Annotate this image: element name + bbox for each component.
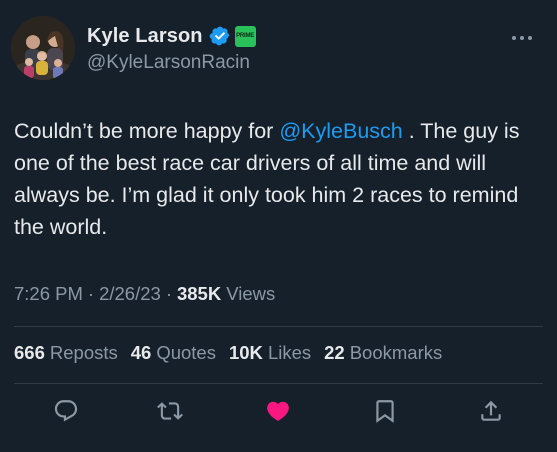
bookmarks-count: 22 xyxy=(324,342,345,363)
divider xyxy=(14,326,543,327)
prime-badge: PRIME xyxy=(234,25,256,47)
views-count: 385K xyxy=(176,283,222,304)
bookmark-icon[interactable] xyxy=(372,398,398,424)
more-options-icon[interactable] xyxy=(509,30,535,40)
avatar[interactable] xyxy=(11,16,75,80)
tweet-meta: 7:26 PM · 2/26/23 · 385K Views xyxy=(14,283,275,305)
meta-separator: · xyxy=(87,283,95,304)
author-handle[interactable]: @KyleLarsonRacin xyxy=(87,52,250,74)
bookmarks-stat[interactable]: 22 Bookmarks xyxy=(324,342,442,364)
share-icon[interactable] xyxy=(478,398,504,424)
likes-stat[interactable]: 10K Likes xyxy=(229,342,311,364)
reposts-count: 666 xyxy=(14,342,45,363)
meta-separator: · xyxy=(165,283,172,304)
tweet-date[interactable]: 2/26/23 xyxy=(99,283,161,305)
like-icon[interactable] xyxy=(265,398,291,424)
author-name-row: Kyle Larson PRIME xyxy=(87,24,256,48)
reposts-label: Reposts xyxy=(49,342,118,363)
mention-link[interactable]: @KyleBusch xyxy=(279,119,402,143)
verified-badge-icon[interactable] xyxy=(209,25,231,47)
repost-icon[interactable] xyxy=(157,398,183,424)
divider xyxy=(14,383,543,384)
bookmarks-label: Bookmarks xyxy=(349,342,443,363)
quotes-count: 46 xyxy=(130,342,152,363)
quotes-stat[interactable]: 46 Quotes xyxy=(131,342,216,364)
likes-label: Likes xyxy=(267,342,312,363)
engagement-stats: 666 Reposts 46 Quotes 10K Likes 22 Bookm… xyxy=(14,342,455,364)
tweet-time[interactable]: 7:26 PM xyxy=(14,283,83,305)
tweet-text-part: Couldn’t be more happy for xyxy=(14,119,280,143)
likes-count: 10K xyxy=(228,342,263,363)
reposts-stat[interactable]: 666 Reposts xyxy=(14,342,118,364)
author-display-name[interactable]: Kyle Larson xyxy=(87,25,203,48)
views-label: Views xyxy=(226,283,276,304)
reply-icon[interactable] xyxy=(53,398,79,424)
tweet-text: Couldn’t be more happy for @KyleBusch . … xyxy=(14,115,544,243)
quotes-label: Quotes xyxy=(156,342,216,363)
